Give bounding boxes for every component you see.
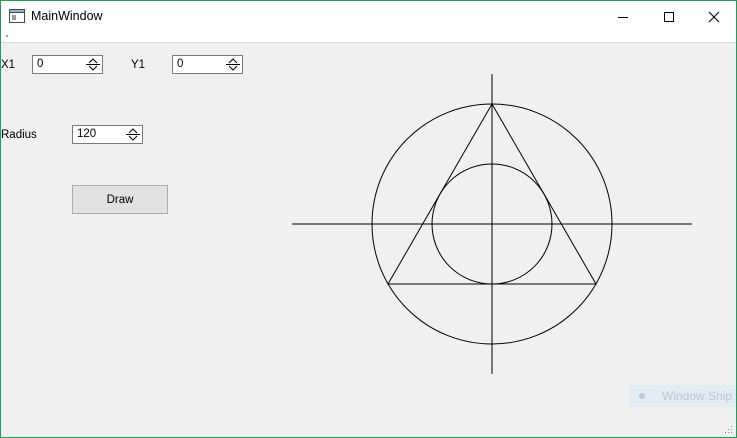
resize-grip-icon[interactable] bbox=[725, 426, 733, 434]
snip-label: Window Snip bbox=[662, 389, 733, 403]
main-window: MainWindow X1 0 Y1 0 Radius 120 Draw Win… bbox=[0, 0, 737, 438]
drawing-canvas bbox=[292, 74, 692, 374]
window-snip-overlay[interactable]: Window Snip bbox=[630, 385, 736, 407]
snip-icon bbox=[639, 393, 645, 399]
